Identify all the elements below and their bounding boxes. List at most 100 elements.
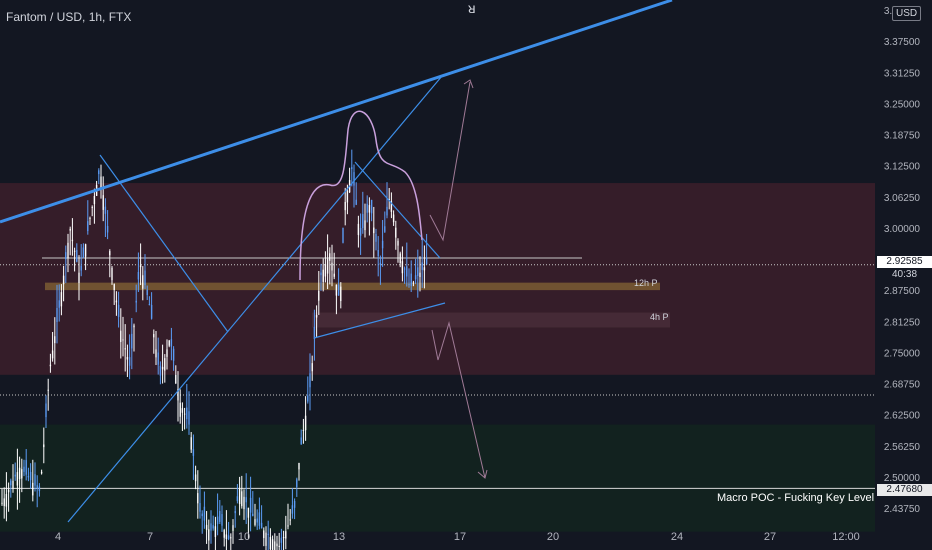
price-tick-label: 3.00000 [884, 224, 921, 235]
candle-body [106, 225, 109, 233]
candle-body [329, 253, 331, 261]
candle-body [192, 449, 195, 456]
candle-body [3, 498, 5, 507]
candle-body [142, 275, 144, 289]
candle-body [364, 220, 366, 231]
price-tick-label: 2.87500 [884, 286, 921, 297]
candle-body [40, 471, 43, 474]
candle-body [395, 227, 397, 238]
candle-body [205, 524, 208, 530]
candle-body [287, 525, 289, 527]
zone-12h-label: 12h P [634, 278, 658, 288]
candle-body [144, 270, 146, 286]
price-chart[interactable]: 3.437503.375003.312503.250003.187503.125… [0, 0, 932, 550]
candle-body [337, 284, 340, 296]
candle-body [256, 518, 258, 523]
candle-body [302, 429, 305, 431]
candle-body [7, 489, 10, 493]
price-tick-label: 2.43750 [884, 504, 921, 515]
candle-body [150, 304, 153, 319]
candle-body [423, 267, 426, 271]
candle-body [111, 267, 113, 281]
candle-body [117, 304, 120, 318]
time-tick-label: 7 [147, 531, 153, 543]
candle-body [113, 284, 115, 291]
candle-body [276, 543, 278, 547]
candle-body [87, 221, 89, 232]
candle-body [155, 349, 157, 358]
candle-body [34, 474, 36, 486]
candle-body [263, 530, 265, 539]
candle-body [69, 228, 71, 231]
poc-price-tag: 2.47680 [877, 484, 932, 496]
candle-body [172, 348, 175, 361]
candle-body [379, 262, 382, 265]
magnet-icon[interactable]: ᴚ [468, 0, 476, 16]
candle-body [16, 472, 19, 486]
candle-body [104, 206, 107, 214]
candle-body [234, 511, 236, 514]
candle-body [120, 330, 122, 343]
price-tick-label: 2.50000 [884, 473, 921, 484]
candle-body [324, 264, 327, 277]
candle-body [351, 167, 353, 170]
candle-body [401, 261, 404, 274]
candle-body [412, 282, 415, 284]
candle-body [45, 403, 47, 418]
price-tick-label: 3.06250 [884, 193, 921, 204]
candle-body [203, 506, 206, 521]
candle-body [128, 357, 131, 366]
candle-body [291, 505, 294, 514]
poc-label: Macro POC - Fucking Key Level [717, 492, 875, 504]
candle-body [384, 226, 386, 232]
candle-body [357, 223, 360, 235]
candle-body [414, 275, 417, 280]
candle-body [333, 273, 335, 277]
candle-body [296, 479, 298, 488]
candle-body [1, 502, 3, 504]
candle-body [315, 314, 318, 318]
candle-body [188, 411, 190, 425]
candle-body [274, 541, 276, 550]
candle-body [252, 513, 254, 516]
candle-body [335, 284, 338, 296]
candle-body [98, 170, 100, 175]
candle-body [346, 191, 349, 203]
price-tick-label: 3.37500 [884, 37, 921, 48]
candle-body [280, 537, 283, 543]
candle-body [179, 402, 181, 417]
candle-body [153, 334, 155, 338]
candle-body [135, 300, 137, 303]
candle-body [170, 339, 173, 347]
price-tick-label: 2.75000 [884, 348, 921, 359]
candle-body [340, 286, 342, 302]
candle-body [166, 349, 168, 357]
candle-body [285, 531, 287, 539]
candle-body [208, 529, 210, 541]
candle-body [238, 489, 241, 504]
candle-body [249, 497, 252, 513]
price-tick-label: 2.62500 [884, 411, 921, 422]
time-tick-label: 20 [547, 531, 559, 543]
candle-body [225, 534, 228, 540]
candle-body [375, 234, 377, 242]
zone-12h [45, 282, 660, 291]
candle-body [353, 172, 355, 186]
candle-body [410, 273, 412, 286]
candle-body [221, 514, 223, 526]
candle-body [399, 253, 401, 264]
candle-body [216, 516, 219, 525]
candle-body [322, 269, 324, 282]
candle-body [331, 262, 333, 271]
candle-body [236, 496, 239, 502]
candle-body [62, 275, 65, 285]
currency-button[interactable]: USD [892, 6, 922, 21]
candle-body [386, 206, 388, 216]
candle-body [29, 471, 32, 481]
zone-4h [312, 312, 670, 328]
candle-body [56, 308, 58, 322]
candle-body [403, 268, 406, 270]
candle-body [230, 537, 232, 539]
time-tick-label: 24 [671, 531, 683, 543]
candle-body [265, 532, 267, 546]
